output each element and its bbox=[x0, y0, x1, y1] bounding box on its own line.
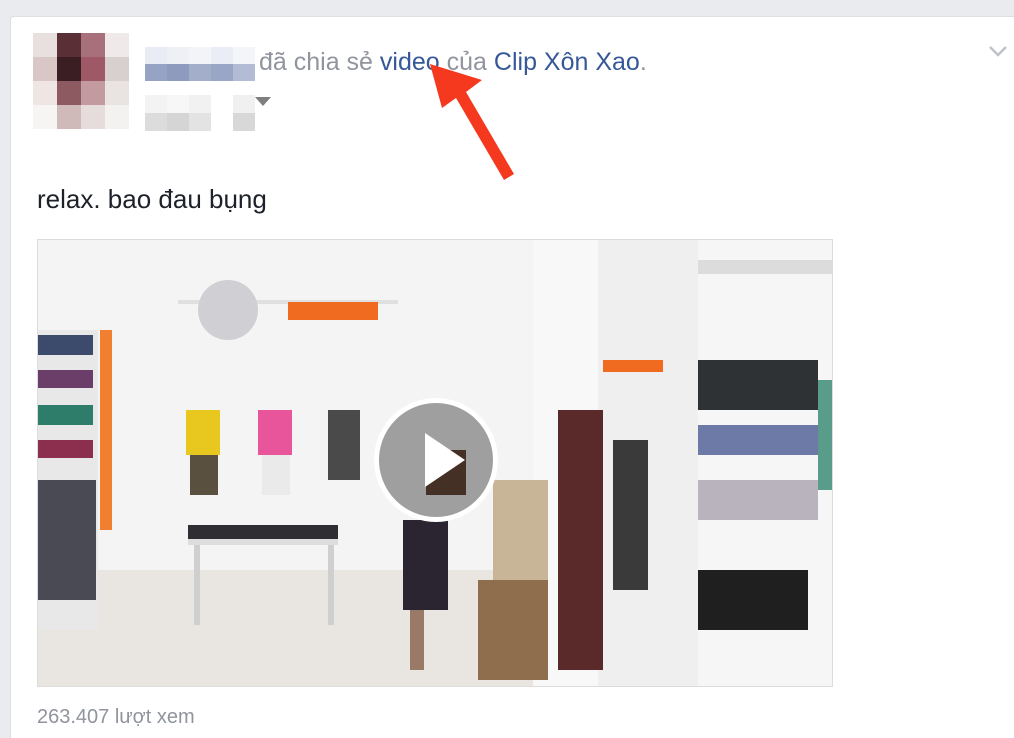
post-message-line: relax. bao đau bụng bbox=[37, 184, 267, 214]
annotation-arrow-icon bbox=[430, 64, 514, 180]
author-name-redacted[interactable] bbox=[145, 47, 255, 81]
view-count: 263.407 lượt xem bbox=[37, 706, 195, 728]
caret-down-icon[interactable] bbox=[255, 97, 271, 106]
video-player[interactable] bbox=[37, 239, 833, 687]
headline-action-text: đã chia sẻ bbox=[259, 48, 373, 76]
avatar[interactable] bbox=[33, 33, 129, 129]
play-icon bbox=[425, 433, 465, 487]
post-timestamp-redacted[interactable] bbox=[145, 95, 255, 131]
play-button[interactable] bbox=[374, 398, 498, 522]
headline-end-punct: . bbox=[639, 48, 647, 76]
chevron-down-icon[interactable] bbox=[987, 43, 1009, 59]
